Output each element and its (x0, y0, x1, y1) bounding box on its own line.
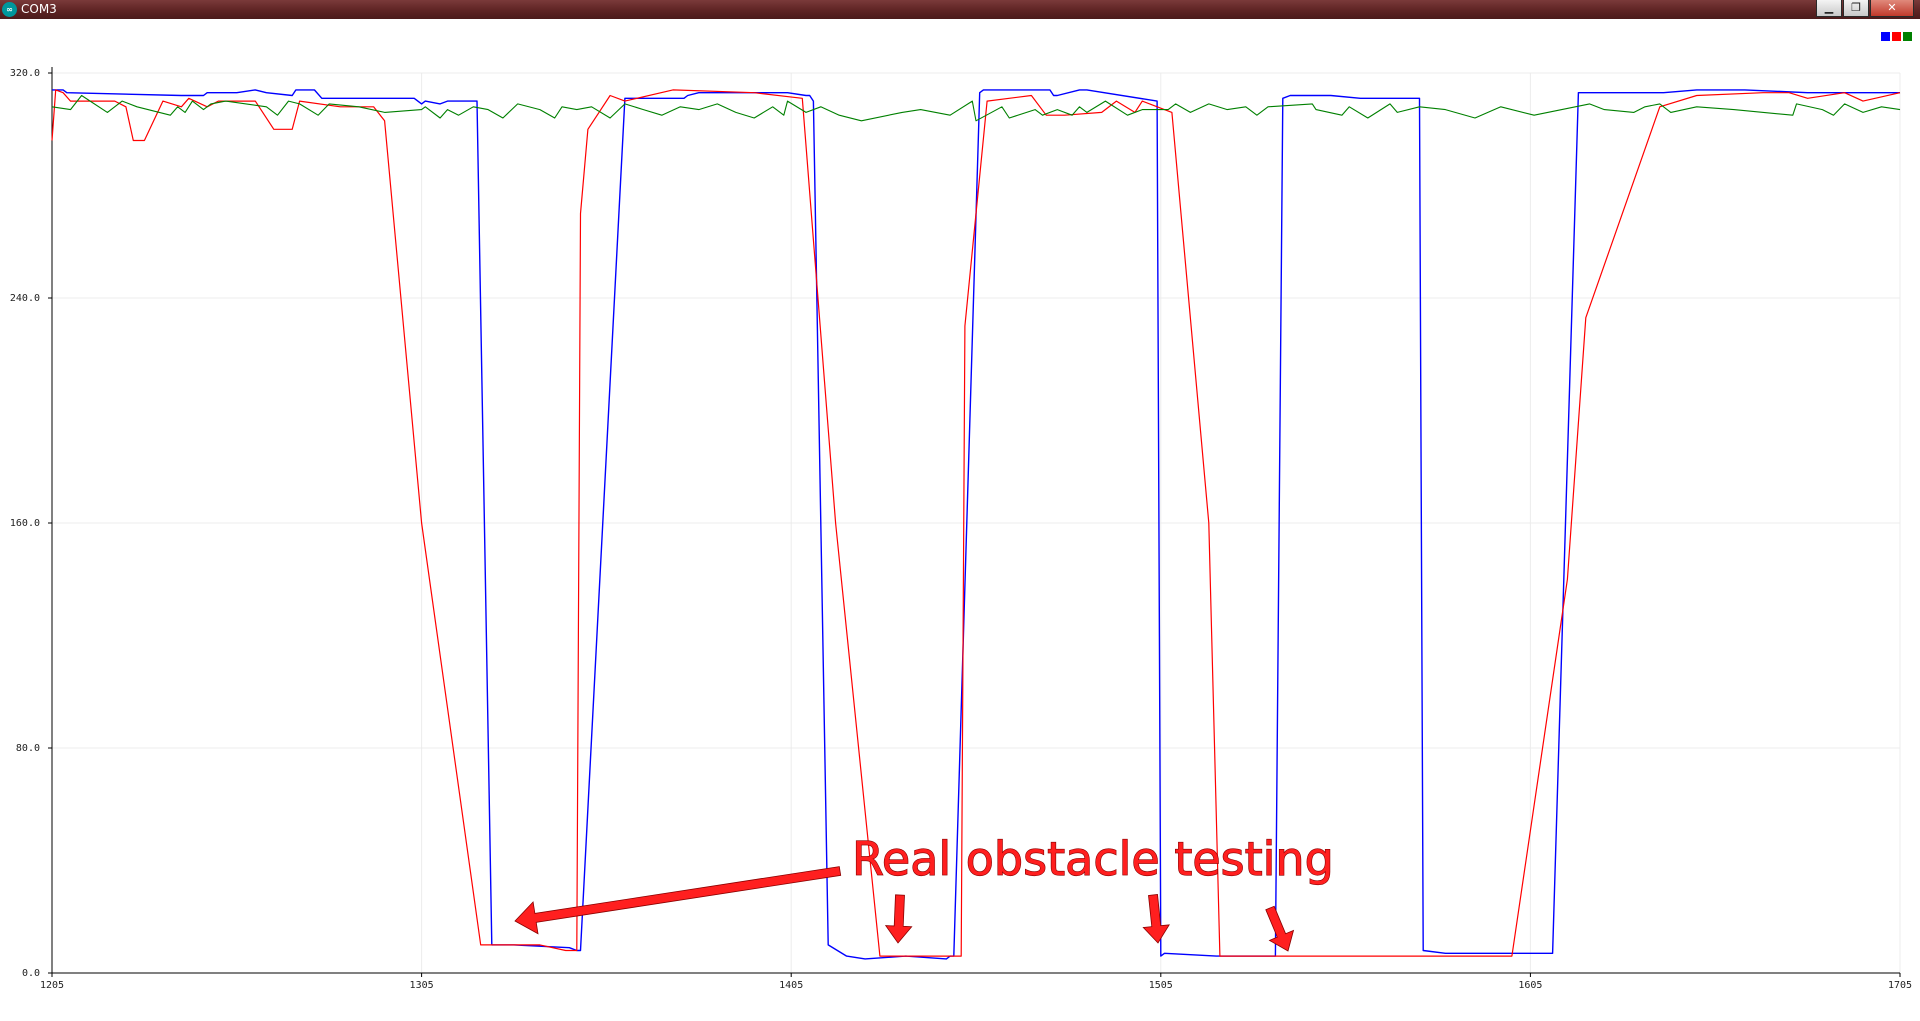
arduino-logo-icon: ∞ (2, 2, 17, 17)
annotation-arrow (1142, 894, 1170, 944)
annotation: Real obstacle testing (514, 831, 1334, 952)
x-tick-label: 1705 (1888, 980, 1912, 991)
restore-button[interactable]: ❐ (1843, 0, 1869, 17)
close-button[interactable]: ✕ (1870, 0, 1914, 17)
window-title: COM3 (21, 2, 57, 16)
minimize-button[interactable]: ▁ (1816, 0, 1842, 17)
minimize-icon: ▁ (1824, 1, 1834, 14)
window-controls: ▁ ❐ ✕ (1815, 0, 1914, 18)
annotation-text: Real obstacle testing (852, 832, 1334, 886)
x-tick-label: 1305 (410, 980, 434, 991)
series-line-green (51, 94, 1901, 122)
annotation-arrow (884, 894, 913, 944)
restore-icon: ❐ (1851, 1, 1861, 14)
annotation-arrow-shape (884, 894, 913, 944)
chart-series (51, 89, 1901, 960)
annotation-arrow-shape (1265, 905, 1295, 952)
y-tick-label: 240.0 (10, 293, 40, 304)
serial-plotter-chart: 0.0 80.0 160.0 240.0 320.0 1205 1305 1405 1505 16… (10, 67, 1912, 991)
annotation-arrow (514, 866, 842, 935)
y-tick-label: 320.0 (10, 68, 40, 79)
series-line-blue (52, 89, 1900, 960)
y-tick-label: 80.0 (16, 743, 40, 754)
x-tick-label: 1205 (40, 980, 64, 991)
annotation-arrow-shape (1142, 894, 1170, 944)
annotation-arrow (1265, 905, 1295, 952)
annotation-arrow-shape (514, 866, 842, 935)
x-tick-label: 1605 (1518, 980, 1542, 991)
x-tick-label: 1405 (779, 980, 803, 991)
close-icon: ✕ (1887, 1, 1897, 14)
y-tick-label: 0.0 (22, 968, 40, 979)
y-tick-label: 160.0 (10, 518, 40, 529)
x-tick-label: 1505 (1149, 980, 1173, 991)
window-titlebar[interactable]: ∞ COM3 ▁ ❐ ✕ (0, 0, 1920, 19)
